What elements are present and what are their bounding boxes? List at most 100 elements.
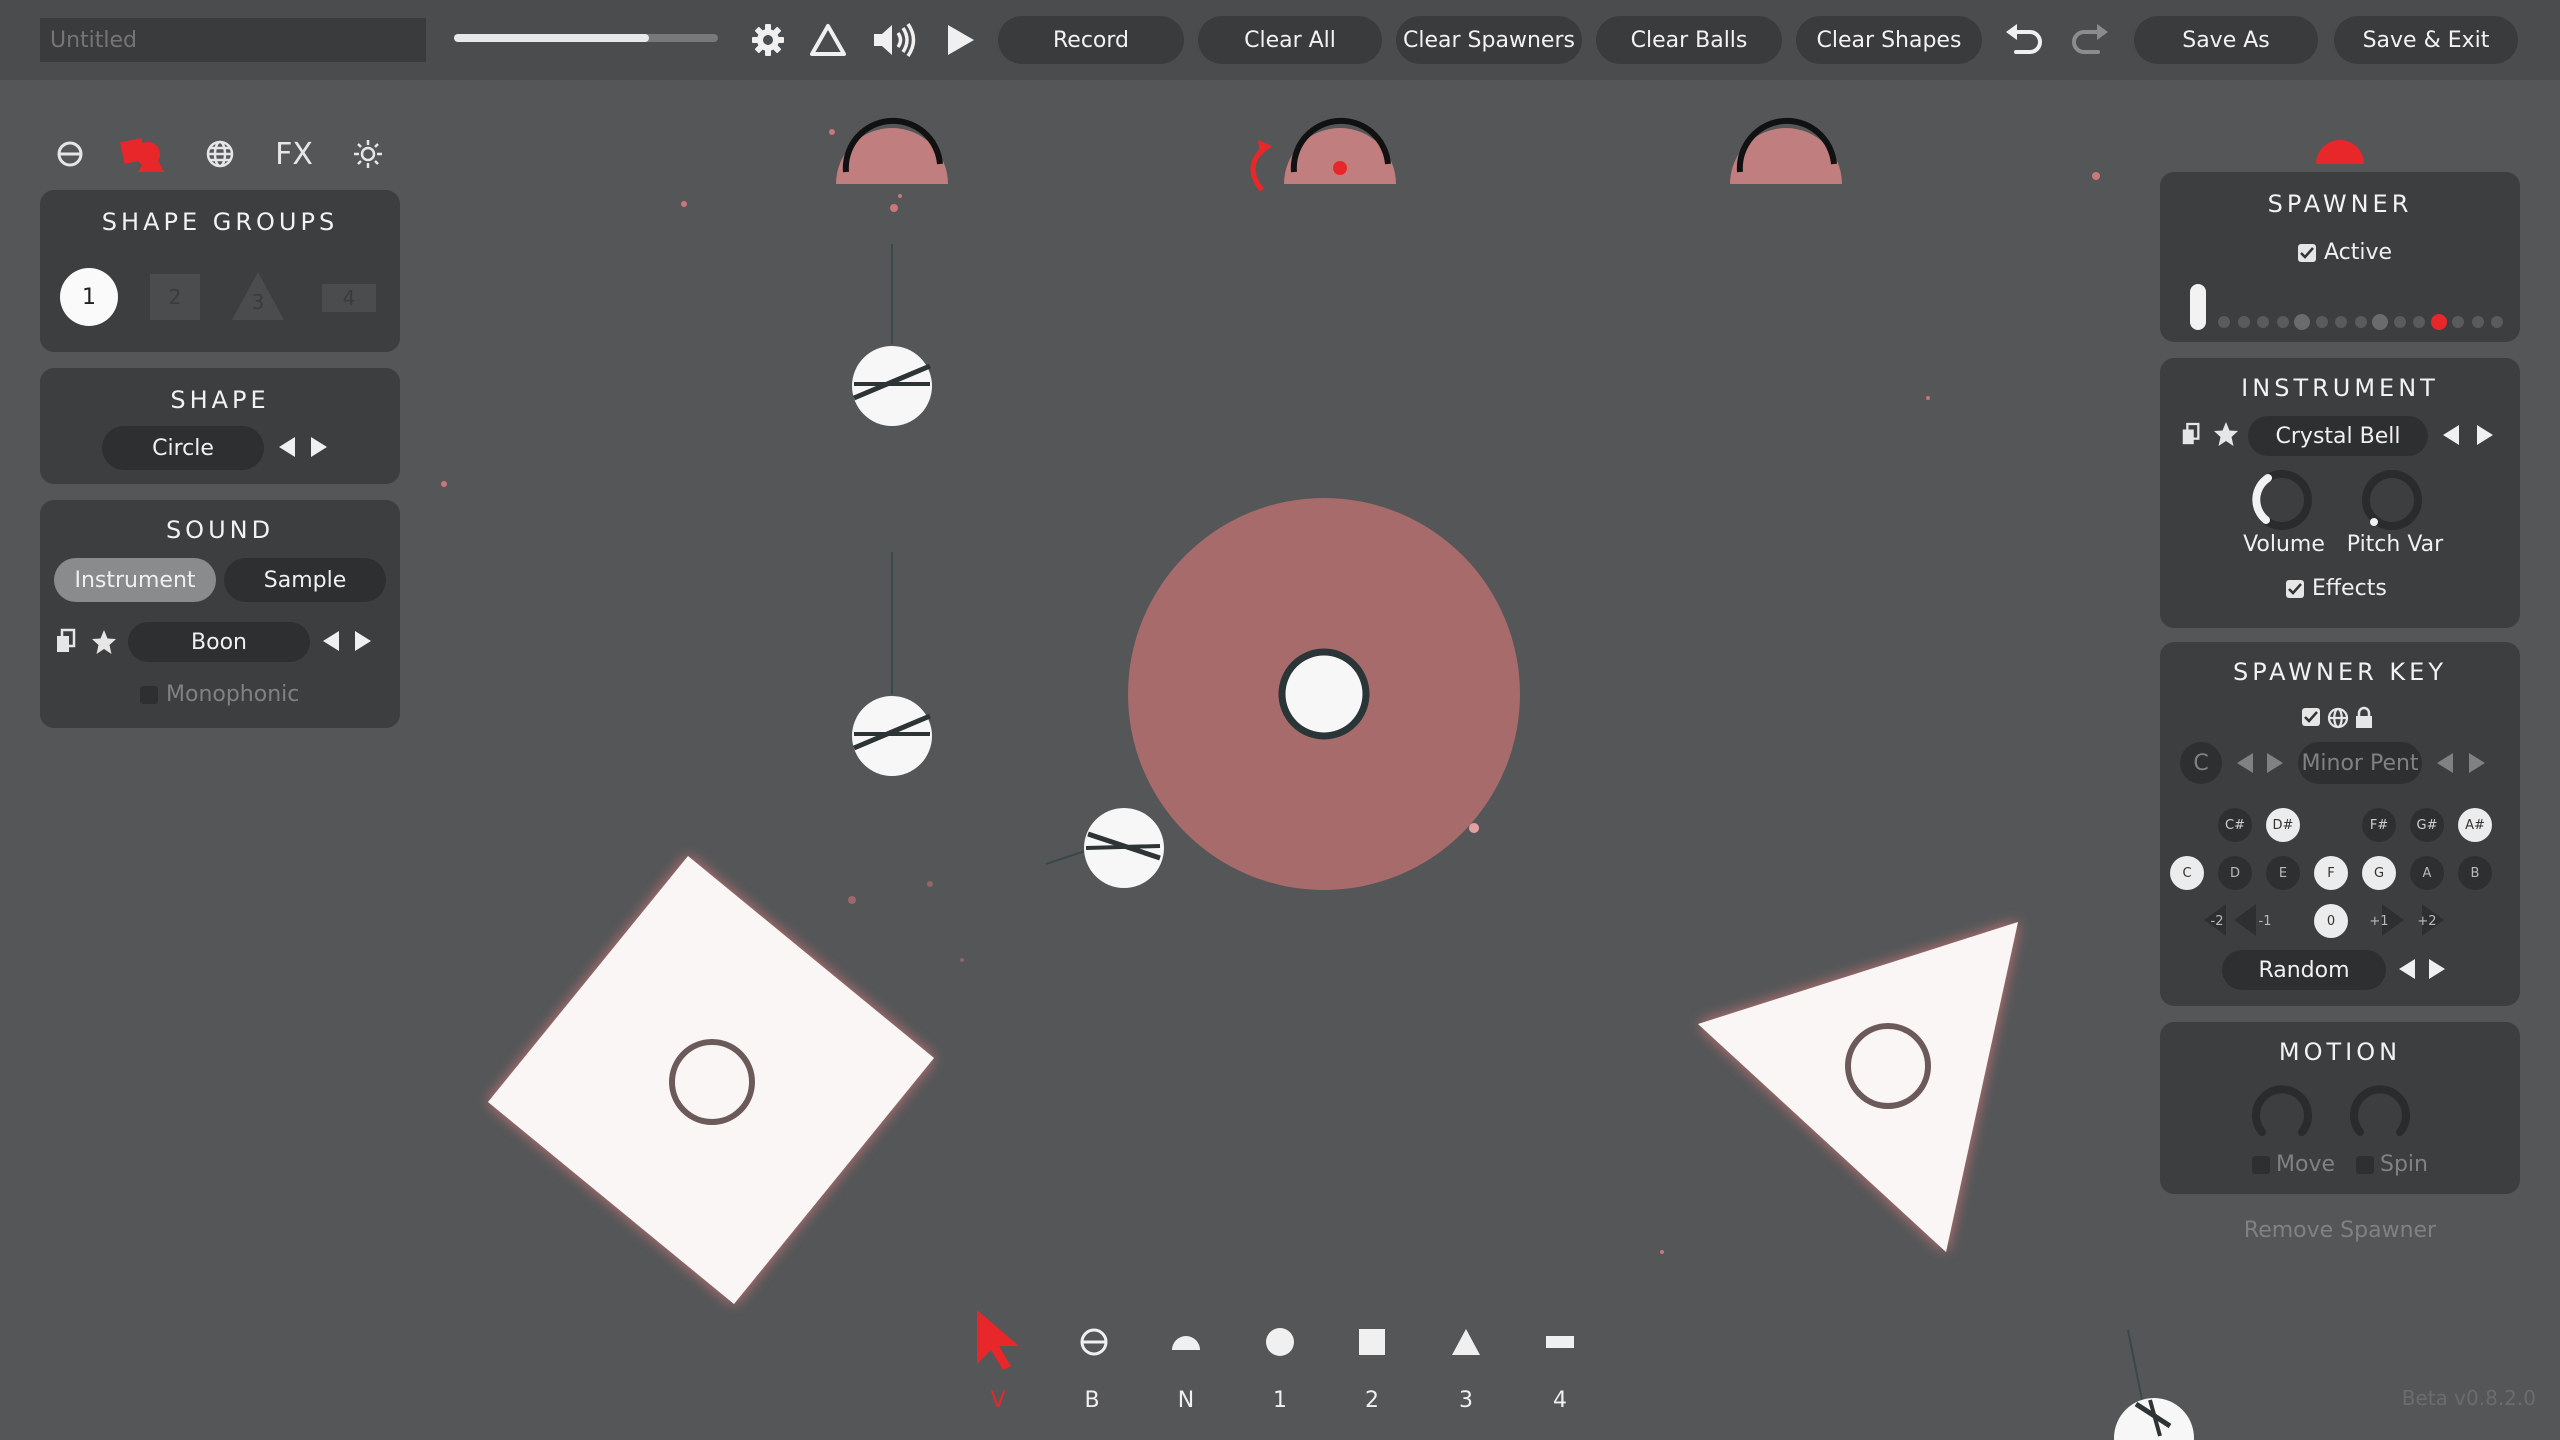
key-a[interactable]: A (2410, 856, 2444, 890)
key-enable-checkbox[interactable] (2302, 708, 2320, 726)
spawner-step-dot[interactable] (2393, 316, 2406, 328)
shape-group-3[interactable]: 3 (230, 270, 286, 322)
record-button[interactable]: Record (998, 16, 1184, 64)
triangle-icon[interactable] (804, 16, 852, 64)
spawner-step-dot[interactable] (2276, 316, 2289, 328)
spawner-dome-1[interactable] (836, 117, 948, 184)
octave-minus-2[interactable]: -2 (2200, 904, 2234, 938)
next-arrow-icon[interactable] (350, 626, 376, 656)
spawner-step-dot[interactable] (2354, 316, 2367, 328)
spin-checkbox[interactable] (2356, 1156, 2374, 1174)
key-g-sharp[interactable]: G# (2410, 808, 2444, 842)
octave-minus-1[interactable]: -1 (2248, 904, 2282, 938)
key-a-sharp[interactable]: A# (2458, 808, 2492, 842)
shape-select[interactable]: Circle (102, 426, 264, 470)
shapes-icon[interactable] (118, 130, 166, 178)
play-icon[interactable] (936, 16, 984, 64)
spawner-step-dot[interactable] (2491, 316, 2503, 328)
cursor-icon[interactable] (968, 1310, 1028, 1370)
sun-icon[interactable] (344, 130, 392, 178)
triangle-shape[interactable] (1698, 922, 2018, 1252)
prev-arrow-icon[interactable] (2394, 954, 2420, 984)
spawner-step-dot[interactable] (2237, 316, 2250, 328)
square-shape[interactable] (488, 856, 934, 1304)
undo-icon[interactable] (2000, 16, 2048, 64)
spawner-sequence-dots[interactable] (2216, 312, 2506, 332)
move-checkbox[interactable] (2252, 1156, 2270, 1174)
circle-shape[interactable] (1128, 498, 1520, 890)
spawner-step-dot[interactable] (2413, 316, 2425, 328)
instrument-preset-select[interactable]: Crystal Bell (2248, 416, 2428, 456)
lock-icon[interactable] (2354, 706, 2374, 730)
move-knob[interactable] (2250, 1080, 2314, 1144)
next-arrow-icon[interactable] (2464, 748, 2490, 778)
key-f[interactable]: F (2314, 856, 2348, 890)
spin-knob[interactable] (2348, 1080, 2412, 1144)
tempo-slider[interactable] (454, 34, 718, 42)
effects-checkbox[interactable] (2286, 580, 2304, 598)
ball[interactable] (852, 346, 932, 426)
shape-group-4[interactable]: 4 (322, 284, 376, 312)
save-exit-button[interactable]: Save & Exit (2334, 16, 2518, 64)
next-arrow-icon[interactable] (2472, 420, 2498, 450)
clear-spawners-button[interactable]: Clear Spawners (1396, 16, 1582, 64)
prev-arrow-icon[interactable] (274, 432, 300, 462)
no-entry-icon[interactable] (46, 130, 94, 178)
spawner-active-checkbox[interactable] (2298, 244, 2316, 262)
spawner-dome-2-selected[interactable] (1250, 117, 1396, 192)
shape-group-2[interactable]: 2 (150, 274, 200, 320)
spawner-step-dot[interactable] (2430, 314, 2447, 330)
prev-arrow-icon[interactable] (318, 626, 344, 656)
spawner-step-dot[interactable] (2257, 316, 2269, 328)
key-f-sharp[interactable]: F# (2362, 808, 2396, 842)
monophonic-checkbox[interactable] (140, 686, 158, 704)
bar-icon[interactable] (1530, 1312, 1590, 1372)
circle-icon[interactable] (1250, 1312, 1310, 1372)
no-entry-icon[interactable] (1064, 1312, 1124, 1372)
next-arrow-icon[interactable] (306, 432, 332, 462)
sound-preset-select[interactable]: Boon (128, 622, 310, 662)
next-arrow-icon[interactable] (2262, 748, 2288, 778)
project-title-input[interactable] (40, 18, 426, 62)
key-c[interactable]: C (2170, 856, 2204, 890)
spawner-rate-handle[interactable] (2190, 284, 2206, 330)
square-icon[interactable] (1342, 1312, 1402, 1372)
gear-icon[interactable] (744, 16, 792, 64)
key-c-sharp[interactable]: C# (2218, 808, 2252, 842)
note-mode-select[interactable]: Random (2222, 950, 2386, 990)
redo-icon[interactable] (2066, 16, 2114, 64)
sample-tab[interactable]: Sample (224, 558, 386, 602)
spawner-dome-3[interactable] (1730, 117, 1842, 184)
copy-icon[interactable] (2180, 422, 2202, 448)
half-circle-icon[interactable] (1156, 1312, 1216, 1372)
speaker-icon[interactable] (870, 16, 918, 64)
volume-knob[interactable] (2250, 468, 2314, 532)
root-note-select[interactable]: C (2180, 742, 2222, 784)
prev-arrow-icon[interactable] (2432, 748, 2458, 778)
copy-icon[interactable] (54, 628, 78, 656)
scale-select[interactable]: Minor Pent (2298, 742, 2422, 784)
key-d[interactable]: D (2218, 856, 2252, 890)
spawner-step-dot[interactable] (2218, 316, 2230, 328)
star-icon[interactable] (90, 628, 118, 656)
triangle-icon[interactable] (1436, 1312, 1496, 1372)
clear-shapes-button[interactable]: Clear Shapes (1796, 16, 1982, 64)
remove-spawner-link[interactable]: Remove Spawner (2160, 1218, 2520, 1243)
prev-arrow-icon[interactable] (2438, 420, 2464, 450)
prev-arrow-icon[interactable] (2232, 748, 2258, 778)
ball[interactable] (1084, 808, 1164, 888)
fx-tab[interactable]: FX (270, 130, 318, 178)
globe-icon[interactable] (2326, 706, 2350, 730)
shape-group-1[interactable]: 1 (60, 268, 118, 326)
instrument-tab[interactable]: Instrument (54, 558, 216, 602)
key-d-sharp[interactable]: D# (2266, 808, 2300, 842)
spawner-step-dot[interactable] (2315, 316, 2328, 328)
spawner-step-dot[interactable] (2335, 316, 2347, 328)
next-arrow-icon[interactable] (2424, 954, 2450, 984)
save-as-button[interactable]: Save As (2134, 16, 2318, 64)
spawner-step-dot[interactable] (2294, 314, 2310, 330)
clear-balls-button[interactable]: Clear Balls (1596, 16, 1782, 64)
key-g[interactable]: G (2362, 856, 2396, 890)
star-icon[interactable] (2212, 420, 2240, 448)
clear-all-button[interactable]: Clear All (1198, 16, 1382, 64)
